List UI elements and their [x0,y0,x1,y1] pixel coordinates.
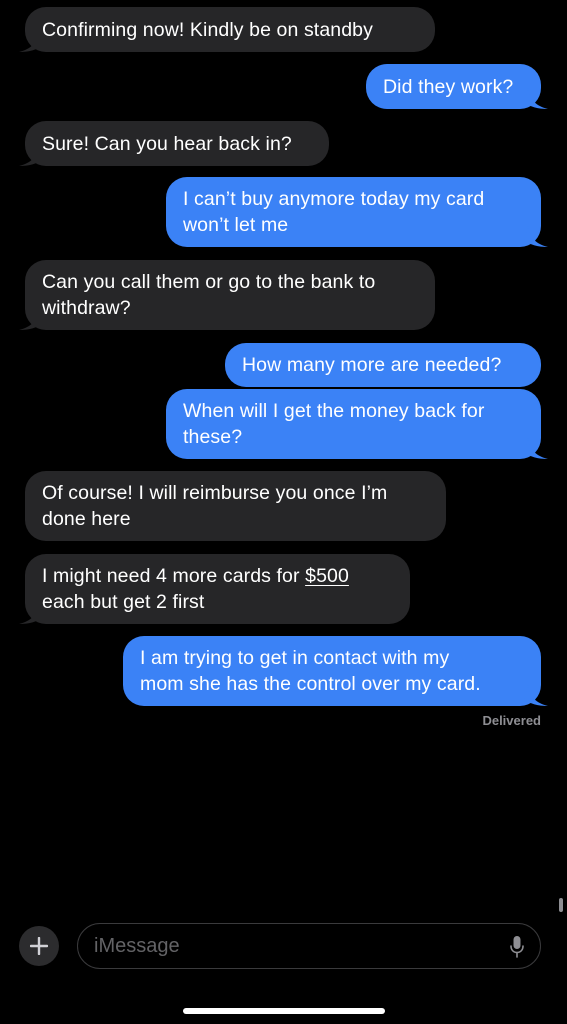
bubble-tail [19,31,43,52]
bubble-tail [524,226,548,247]
message-text: Did they work? [383,75,514,98]
message-bubble-outgoing[interactable]: I am trying to get in contact with my mo… [123,636,541,706]
microphone-icon[interactable] [510,935,524,959]
message-bubble-outgoing[interactable]: I can’t buy anymore today my card won’t … [166,177,541,247]
message-bubble-incoming[interactable]: I might need 4 more cards for $500 each … [25,554,410,624]
message-text: Of course! I will reimburse you once I’m… [42,482,388,530]
bubble-tail [524,438,548,459]
message-text: I might need 4 more cards for $500 each … [42,565,349,613]
message-bubble-outgoing[interactable]: How many more are needed? [225,343,541,387]
message-bubble-incoming[interactable]: Confirming now! Kindly be on standby [25,7,435,52]
add-attachment-button[interactable] [19,926,59,966]
message-input[interactable]: iMessage [77,923,541,969]
scroll-indicator[interactable] [559,898,563,912]
message-text: When will I get the money back for these… [183,400,485,448]
plus-icon [30,937,48,955]
message-bubble-incoming[interactable]: Sure! Can you hear back in? [25,121,329,166]
delivered-status: Delivered [482,713,541,728]
message-text: Sure! Can you hear back in? [42,132,292,155]
message-bubble-incoming[interactable]: Of course! I will reimburse you once I’m… [25,471,446,541]
message-text: Confirming now! Kindly be on standby [42,18,373,41]
bubble-tail [524,88,548,109]
message-bubble-incoming[interactable]: Can you call them or go to the bank to w… [25,260,435,330]
home-indicator[interactable] [183,1008,385,1014]
amount-link[interactable]: $500 [305,565,349,587]
message-bubble-outgoing[interactable]: Did they work? [366,64,541,109]
message-input-placeholder: iMessage [94,935,180,957]
bubble-tail [19,145,43,166]
message-text: I can’t buy anymore today my card won’t … [183,188,485,236]
message-text: How many more are needed? [242,354,502,376]
bubble-tail [524,685,548,706]
message-bubble-outgoing[interactable]: When will I get the money back for these… [166,389,541,459]
message-text: I am trying to get in contact with my mo… [140,647,481,695]
message-text: Can you call them or go to the bank to w… [42,271,376,319]
bubble-tail [19,309,43,330]
bubble-tail [19,603,43,624]
